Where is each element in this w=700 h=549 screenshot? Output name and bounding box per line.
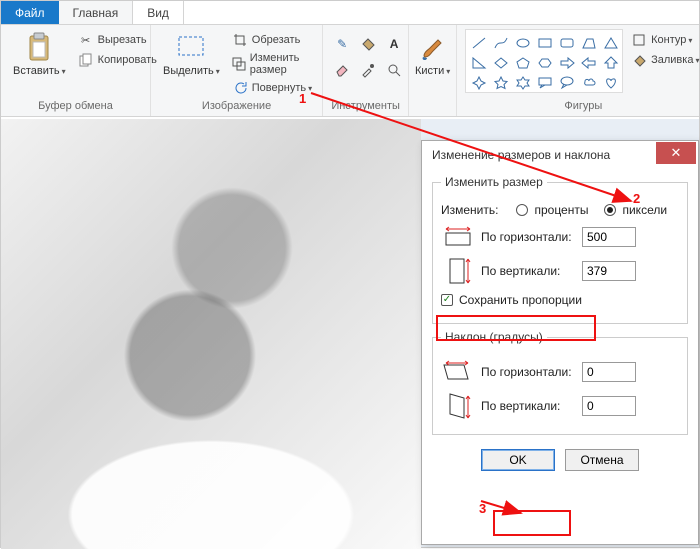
- h-label: По горизонтали:: [481, 230, 576, 244]
- close-icon: ✕: [671, 145, 682, 161]
- outline-label: Контур: [651, 34, 692, 46]
- crop-label: Обрезать: [252, 34, 301, 46]
- copy-button[interactable]: Копировать: [76, 51, 159, 69]
- shape-callout-round[interactable]: [556, 72, 578, 94]
- shape-oval[interactable]: [512, 32, 534, 54]
- radio-pixels[interactable]: [604, 204, 616, 216]
- brushes-button[interactable]: Кисти: [411, 29, 454, 79]
- shape-arrow-r[interactable]: [556, 52, 578, 74]
- text-tool[interactable]: A: [383, 33, 405, 55]
- resize-dialog: Изменение размеров и наклона ✕ Изменить …: [421, 140, 699, 545]
- group-shapes-label: Фигуры: [465, 100, 700, 114]
- rotate-button[interactable]: Повернуть: [230, 79, 314, 97]
- shape-pentagon[interactable]: [512, 52, 534, 74]
- keep-ratio-checkbox[interactable]: [441, 294, 453, 306]
- shape-fill-button[interactable]: Заливка: [629, 51, 700, 69]
- skew-fieldset: Наклон (градусы) По горизонтали: По верт…: [432, 330, 688, 435]
- group-image-label: Изображение: [159, 100, 314, 114]
- by-label: Изменить:: [441, 203, 498, 217]
- skew-h-label: По горизонтали:: [481, 365, 576, 379]
- group-clipboard-label: Буфер обмена: [9, 100, 142, 114]
- shape-outline-button[interactable]: Контур: [629, 31, 700, 49]
- shape-star4[interactable]: [468, 72, 490, 94]
- shape-callout-rect[interactable]: [534, 72, 556, 94]
- skew-v-glyph-icon: [441, 392, 475, 420]
- cancel-button[interactable]: Отмена: [565, 449, 639, 471]
- resize-button[interactable]: Изменить размер: [230, 51, 314, 77]
- shape-arrow-u[interactable]: [600, 52, 622, 74]
- resize-label: Изменить размер: [250, 52, 312, 76]
- image-canvas[interactable]: [1, 119, 421, 549]
- magnifier-tool[interactable]: [383, 59, 405, 81]
- dialog-close-button[interactable]: ✕: [656, 142, 696, 164]
- ok-button[interactable]: OK: [481, 449, 555, 471]
- picker-tool[interactable]: [357, 59, 379, 81]
- v-label: По вертикали:: [481, 264, 576, 278]
- crop-icon: [232, 32, 248, 48]
- vertical-glyph-icon: [441, 257, 475, 285]
- horizontal-input[interactable]: [582, 227, 636, 247]
- pixels-label: пиксели: [622, 203, 667, 217]
- skew-h-glyph-icon: [441, 358, 475, 386]
- skew-h-input[interactable]: [582, 362, 636, 382]
- skew-v-input[interactable]: [582, 396, 636, 416]
- shape-arrow-l[interactable]: [578, 52, 600, 74]
- shape-polygon[interactable]: [578, 32, 600, 54]
- tab-file[interactable]: Файл: [1, 1, 59, 24]
- skew-v-label: По вертикали:: [481, 399, 576, 413]
- shape-hexagon[interactable]: [534, 52, 556, 74]
- shape-diamond[interactable]: [490, 52, 512, 74]
- keep-ratio-label: Сохранить пропорции: [459, 293, 582, 307]
- shape-heart[interactable]: [600, 72, 622, 94]
- pencil-tool[interactable]: ✎: [331, 33, 353, 55]
- paste-button[interactable]: Вставить: [9, 29, 70, 79]
- select-button[interactable]: Выделить: [159, 29, 224, 79]
- cut-label: Вырезать: [98, 34, 147, 46]
- cut-button[interactable]: ✂ Вырезать: [76, 31, 159, 49]
- eraser-tool[interactable]: [331, 59, 353, 81]
- select-icon: [175, 31, 207, 63]
- paste-label: Вставить: [13, 65, 66, 77]
- outline-icon: [631, 32, 647, 48]
- rotate-label: Повернуть: [252, 82, 312, 94]
- horizontal-glyph-icon: [441, 223, 475, 251]
- shape-rtriangle[interactable]: [468, 52, 490, 74]
- percent-label: проценты: [534, 203, 588, 217]
- shape-line[interactable]: [468, 32, 490, 54]
- tabs-bar: Файл Главная Вид: [1, 1, 699, 25]
- brushes-label: Кисти: [415, 65, 450, 77]
- tools-grid: ✎ A: [331, 29, 405, 81]
- tab-view[interactable]: Вид: [133, 1, 184, 24]
- vertical-input[interactable]: [582, 261, 636, 281]
- shape-curve[interactable]: [490, 32, 512, 54]
- select-label: Выделить: [163, 65, 220, 77]
- resize-legend: Изменить размер: [441, 175, 547, 189]
- shape-roundrect[interactable]: [556, 32, 578, 54]
- shape-callout-cloud[interactable]: [578, 72, 600, 94]
- brush-icon: [417, 31, 449, 63]
- clipboard-icon: [23, 31, 55, 63]
- tab-home[interactable]: Главная: [59, 1, 134, 24]
- fill-label: Заливка: [651, 54, 699, 66]
- resize-fieldset: Изменить размер Изменить: проценты пиксе…: [432, 175, 688, 324]
- ribbon: Вставить ✂ Вырезать Копировать Буфер обме…: [1, 25, 699, 117]
- rotate-icon: [232, 80, 248, 96]
- fill-icon: [631, 52, 647, 68]
- shape-rect[interactable]: [534, 32, 556, 54]
- radio-percent[interactable]: [516, 204, 528, 216]
- shapes-gallery[interactable]: [465, 29, 623, 93]
- scissors-icon: ✂: [78, 32, 94, 48]
- dialog-title: Изменение размеров и наклона: [432, 148, 610, 162]
- skew-legend: Наклон (градусы): [441, 330, 547, 344]
- copy-icon: [78, 52, 94, 68]
- copy-label: Копировать: [98, 54, 157, 66]
- group-tools-label: Инструменты: [331, 100, 400, 114]
- crop-button[interactable]: Обрезать: [230, 31, 314, 49]
- resize-icon: [232, 56, 246, 72]
- shape-triangle[interactable]: [600, 32, 622, 54]
- shape-star6[interactable]: [512, 72, 534, 94]
- shape-star5[interactable]: [490, 72, 512, 94]
- bucket-tool[interactable]: [357, 33, 379, 55]
